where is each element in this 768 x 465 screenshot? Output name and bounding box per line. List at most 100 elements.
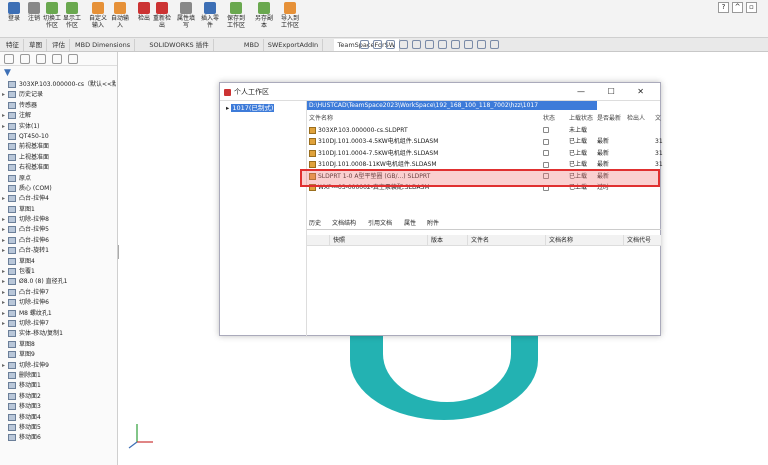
ribbon-button-11[interactable]: 另存副本 [254,2,274,29]
tab-2[interactable]: 评估 [48,39,70,51]
tree-item[interactable]: 草图8 [2,340,116,350]
tree-item[interactable]: 右视基准面 [2,163,116,173]
tab-0[interactable]: 特征 [2,39,24,51]
property-manager-icon[interactable] [20,54,30,64]
ribbon-button-1[interactable]: 注销 [24,2,44,22]
tree-item[interactable]: QT450-10 [2,132,116,142]
tab-5[interactable]: MBD [240,39,264,51]
tree-item[interactable]: 上视基准面 [2,153,116,163]
zoom-fit-icon[interactable] [373,40,382,49]
tree-item[interactable]: ▸ 包覆1 [2,267,116,277]
tab-1[interactable]: 草图 [25,39,47,51]
detail-column-header[interactable]: 快照 [329,235,345,246]
tree-item[interactable]: 303XP.103.000000-cs（默认<<默认 [2,80,116,90]
display-manager-icon[interactable] [68,54,78,64]
tree-item[interactable]: 草图1 [2,205,116,215]
workspace-path[interactable]: D:\HUSTCAD\TeamSpace2023\WorkSpace\192_1… [307,101,597,110]
tree-item[interactable]: 实体-移动/复制1 [2,329,116,339]
tab-4[interactable]: SOLIDWORKS 插件 [145,39,214,51]
tree-item[interactable]: ▸ 注解 [2,111,116,121]
ribbon-button-9[interactable]: 插入零件 [200,2,220,29]
configuration-icon[interactable] [36,54,46,64]
feature-tree-icon[interactable] [4,54,14,64]
tree-item[interactable]: 移动面6 [2,433,116,443]
tree-item[interactable]: ▸ 历史记录 [2,90,116,100]
detail-tab-2[interactable]: 引用文档 [368,218,392,230]
appearance-icon[interactable] [464,40,473,49]
ribbon-button-0[interactable]: 登录 [4,2,24,22]
detail-column-header[interactable]: 文档代号 [623,235,651,246]
column-header[interactable]: 检出人 [627,113,651,125]
tree-item[interactable]: ▸ 实体(1) [2,122,116,132]
section-view-icon[interactable] [412,40,421,49]
tree-item[interactable]: 草图9 [2,350,116,360]
expand-icon[interactable]: ▸ [226,104,229,112]
detail-column-header[interactable]: 版本 [427,235,443,246]
detail-column-header[interactable]: 文档名称 [545,235,573,246]
previous-view-icon[interactable] [399,40,408,49]
ribbon-button-5[interactable]: 自动输入 [110,2,130,29]
tree-item[interactable]: 草图4 [2,257,116,267]
ribbon-button-12[interactable]: 导入到工作区 [280,2,300,29]
ribbon-button-3[interactable]: 显示工作区 [62,2,82,29]
tree-item[interactable]: 移动面2 [2,392,116,402]
tab-3[interactable]: MBD Dimensions [71,39,136,51]
workspace-tree-node[interactable]: ▸ 1017(已制式) [226,104,275,113]
tree-item[interactable]: 移动面3 [2,402,116,412]
tree-item[interactable]: ▸ 凸台-旋转1 [2,246,116,256]
detail-tab-4[interactable]: 附件 [427,218,439,230]
tree-item[interactable]: 原点 [2,174,116,184]
tree-item[interactable]: 质心 (COM) [2,184,116,194]
search-icon[interactable] [360,40,369,49]
tree-item[interactable]: ▸ 切除-拉伸7 [2,319,116,329]
expand-icon[interactable]: ▫ [746,2,757,13]
ribbon-button-2[interactable]: 切换工作区 [42,2,62,29]
tree-item[interactable]: 前视基准面 [2,142,116,152]
tree-item[interactable]: ▸ 切除-拉伸6 [2,298,116,308]
ribbon-button-7[interactable]: 重新检出 [152,2,172,29]
view-orientation-icon[interactable] [425,40,434,49]
detail-tab-1[interactable]: 文档结构 [332,218,356,230]
ribbon-button-10[interactable]: 保存到工作区 [226,2,246,29]
help-icon[interactable]: ? [718,2,729,13]
tree-item[interactable]: ▸ M8 螺纹孔1 [2,309,116,319]
dimxpert-icon[interactable] [52,54,62,64]
tree-item[interactable]: ▸ 凸台-拉伸6 [2,236,116,246]
file-row[interactable]: 310DJ.101.0003-4.5KW电机组件.SLDASM 已上载 最新 31 [307,136,663,148]
column-header[interactable]: 文件名称 [309,113,534,125]
tab-6[interactable]: SWExportAddIn [264,39,324,51]
zoom-area-icon[interactable] [386,40,395,49]
detail-tab-3[interactable]: 属性 [404,218,416,230]
hide-show-icon[interactable] [451,40,460,49]
tree-item[interactable]: 删除面1 [2,371,116,381]
tree-item[interactable]: ▸ Ø8.0 (8) 直径孔1 [2,277,116,287]
detail-column-header[interactable]: 文件名 [467,235,489,246]
tree-item[interactable]: ▸ 凸台-拉伸4 [2,194,116,204]
tree-item[interactable]: ▸ 凸台-拉伸5 [2,225,116,235]
tree-item[interactable]: 移动面5 [2,423,116,433]
file-row[interactable]: 310DJ.101.0004-7.5KW电机组件.SLDASM 已上载 最新 31 [307,148,663,160]
filter-icon[interactable]: ▼ [4,68,14,78]
tree-item[interactable]: 移动面4 [2,413,116,423]
tree-item[interactable]: ▸ 切除-拉伸8 [2,215,116,225]
tree-item[interactable]: ▸ 凸台-拉伸7 [2,288,116,298]
file-name: 303XP.103.000000-cs.SLDPRT [318,126,408,134]
tree-item[interactable]: ▸ 切除-拉伸9 [2,361,116,371]
tree-item[interactable]: 移动面1 [2,381,116,391]
window-controls[interactable]: — ☐ ✕ [577,83,654,101]
ribbon-button-8[interactable]: 属性填写 [176,2,196,29]
detail-tab-0[interactable]: 历史 [309,218,321,230]
tree-item[interactable]: 传感器 [2,101,116,111]
monitor-icon[interactable] [490,40,499,49]
ribbon-button-6[interactable]: 检出 [134,2,154,22]
feature-icon [8,319,16,327]
column-header[interactable]: 文 [655,113,663,125]
display-style-icon[interactable] [438,40,447,49]
ribbon-button-4[interactable]: 自定义输入 [88,2,108,29]
up-icon[interactable]: ^ [732,2,743,13]
file-row[interactable]: 303XP.103.000000-cs.SLDPRT 未上载 [307,125,661,137]
scene-icon[interactable] [477,40,486,49]
column-header[interactable]: 是否最新 [597,113,623,125]
column-header[interactable]: 状态 [543,113,561,125]
column-header[interactable]: 上载状态 [569,113,595,125]
